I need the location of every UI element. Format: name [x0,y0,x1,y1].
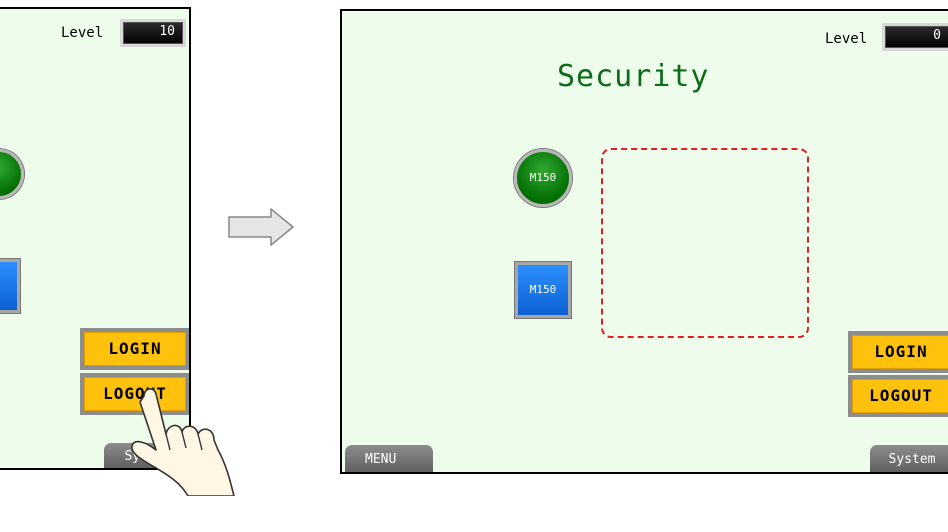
login-button[interactable]: LOGIN [80,328,189,370]
m150-switch[interactable]: M150 [515,262,571,318]
status-lamp [0,149,24,199]
login-button[interactable]: LOGIN [848,331,948,373]
system-button[interactable]: System [870,445,948,472]
page-title: Security [557,59,710,94]
m150-lamp: M150 [514,149,572,207]
logout-button[interactable]: LOGOUT [848,375,948,417]
m150-switch[interactable] [0,259,20,313]
level-label: Level [61,25,104,41]
level-display: 0 [882,23,948,51]
level-label: Level [825,31,868,47]
arrow-right-icon [228,208,294,246]
level-display: 10 [120,19,186,47]
menu-button[interactable]: MENU [345,445,433,472]
after-screen: Security Level 0 M150 M150 LOGIN LOGOUT … [340,9,948,474]
pointing-hand-icon [131,388,235,496]
hidden-items-area [601,148,809,338]
